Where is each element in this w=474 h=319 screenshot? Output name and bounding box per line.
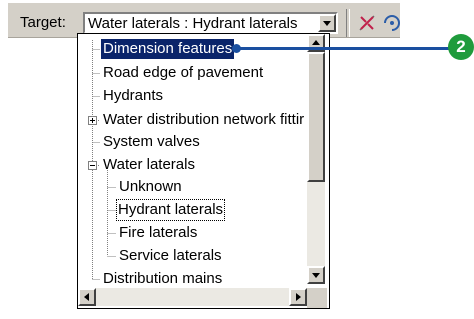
collapse-icon[interactable]: [88, 161, 97, 170]
chevron-left-icon: [84, 293, 89, 301]
chevron-down-icon: [312, 273, 320, 278]
vertical-scrollbar[interactable]: [307, 34, 325, 284]
tree-item-road-edge[interactable]: Road edge of pavement: [103, 63, 263, 83]
target-combobox-value: Water laterals : Hydrant laterals: [88, 15, 298, 32]
tree-item-system-valves[interactable]: System valves: [103, 132, 200, 152]
target-label: Target:: [20, 14, 66, 31]
tree-item-water-distribution-fittings[interactable]: Water distribution network fittir: [103, 110, 304, 130]
tree-item-unknown[interactable]: Unknown: [119, 177, 182, 197]
horizontal-scrollbar[interactable]: [78, 288, 307, 306]
tree-item-dimension-features[interactable]: Dimension features: [101, 39, 235, 59]
scroll-right-button[interactable]: [289, 288, 307, 306]
chevron-down-icon: [323, 21, 331, 26]
tree-item-water-laterals[interactable]: Water laterals: [103, 155, 195, 175]
sketch-tool-button[interactable]: [354, 10, 380, 36]
combobox-dropdown-button[interactable]: [318, 14, 336, 32]
target-combobox[interactable]: Water laterals : Hydrant laterals: [83, 12, 338, 34]
callout-leader-line: [238, 47, 452, 50]
tree-item-distribution-mains[interactable]: Distribution mains: [103, 269, 222, 289]
tree-item-hydrant-laterals[interactable]: Hydrant laterals: [115, 199, 226, 221]
chevron-right-icon: [296, 293, 301, 301]
toolbar-separator: [346, 9, 350, 37]
scroll-down-button[interactable]: [307, 266, 325, 284]
scroll-left-button[interactable]: [78, 288, 96, 306]
scrollbar-corner: [307, 288, 327, 308]
tree-item-service-laterals[interactable]: Service laterals: [119, 246, 222, 266]
trace-tool-button[interactable]: [379, 10, 405, 36]
callout-number-badge: 2: [448, 34, 474, 60]
expand-icon[interactable]: [88, 116, 97, 125]
tree-item-hydrants[interactable]: Hydrants: [103, 86, 163, 106]
tree-item-fire-laterals[interactable]: Fire laterals: [119, 223, 197, 243]
sketch-tool-icon: [359, 15, 375, 31]
trace-tool-icon: [384, 15, 400, 31]
target-layer-tree: Dimension features Road edge of pavement…: [77, 33, 330, 309]
scrollbar-thumb[interactable]: [307, 52, 325, 182]
